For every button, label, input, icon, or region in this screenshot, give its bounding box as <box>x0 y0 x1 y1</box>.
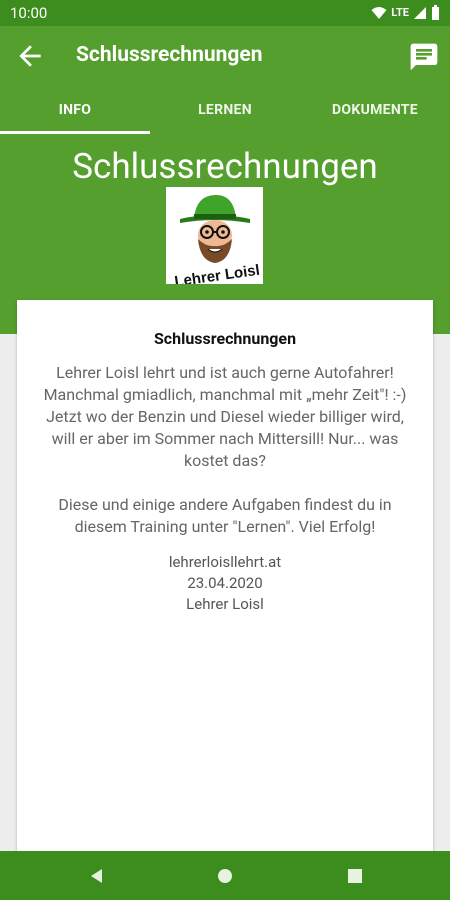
app-bar: Schlussrechnungen <box>0 26 450 86</box>
app-title: Schlussrechnungen <box>76 43 263 67</box>
tab-info-label: INFO <box>58 102 92 118</box>
card-date: 23.04.2020 <box>187 574 263 592</box>
wifi-icon <box>371 6 387 19</box>
tab-info[interactable]: INFO <box>0 86 150 134</box>
logo-text-art: Lehrer Loisl <box>173 262 260 284</box>
battery-icon <box>432 5 439 20</box>
recents-square-icon[interactable] <box>344 865 366 887</box>
status-bar: 10:00 LTE <box>0 0 450 26</box>
tab-lernen[interactable]: LERNEN <box>150 86 300 134</box>
card-website[interactable]: lehrerloisllehrt.at <box>17 552 433 573</box>
arrow-back-icon[interactable] <box>14 40 46 72</box>
card-meta: lehrerloisllehrt.at 23.04.2020 Lehrer Lo… <box>17 552 433 615</box>
card-description: Lehrer Loisl lehrt und ist auch gerne Au… <box>43 363 407 536</box>
status-icons: LTE <box>371 5 440 20</box>
tab-bar: INFO LERNEN DOKUMENTE <box>0 86 450 134</box>
lehrer-loisl-logo: Lehrer Loisl <box>166 187 263 290</box>
tab-dokumente[interactable]: DOKUMENTE <box>300 86 450 134</box>
home-circle-icon[interactable] <box>214 865 236 887</box>
card-author: Lehrer Loisl <box>186 595 264 613</box>
logo-image: Lehrer Loisl <box>173 195 261 290</box>
message-icon[interactable] <box>408 41 440 73</box>
back-triangle-icon[interactable] <box>86 865 108 887</box>
tab-lernen-label: LERNEN <box>198 102 252 118</box>
status-time: 10:00 <box>10 4 48 22</box>
cellular-icon <box>414 6 426 19</box>
card-title: Schlussrechnungen <box>153 329 297 348</box>
tab-dokumente-label: DOKUMENTE <box>332 102 418 118</box>
hero-title: Schlussrechnungen <box>72 146 378 187</box>
network-type: LTE <box>391 6 409 19</box>
system-nav-bar <box>0 851 450 900</box>
info-card: Schlussrechnungen Lehrer Loisl lehrt und… <box>17 300 433 860</box>
